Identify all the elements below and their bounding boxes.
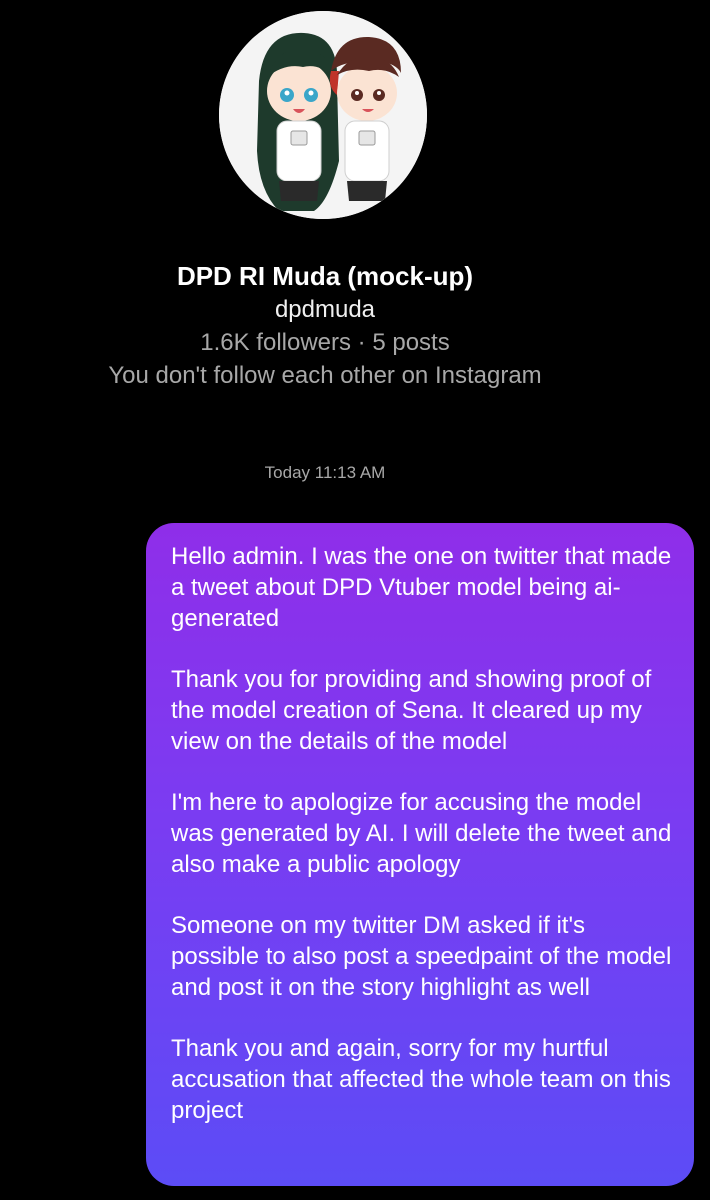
message-paragraph: Thank you and again, sorry for my hurtfu… [171,1035,671,1124]
profile-stats: 1.6K followers · 5 posts [200,329,450,356]
chibi-duo-avatar-icon [219,11,427,219]
profile-avatar[interactable] [219,11,427,219]
message-paragraph: Hello admin. I was the one on twitter th… [171,543,672,632]
follow-status: You don't follow each other on Instagram [108,362,542,389]
profile-username[interactable]: dpdmuda [0,294,650,326]
message-paragraph: Thank you for providing and showing proo… [171,666,652,755]
message-paragraph: I'm here to apologize for accusing the m… [171,789,672,878]
profile-name[interactable]: DPD RI Muda (mock-up) [0,259,650,293]
message-paragraph: Someone on my twitter DM asked if it's p… [171,912,672,1001]
message-timestamp: Today 11:13 AM [264,463,386,482]
message-bubble[interactable]: Hello admin. I was the one on twitter th… [146,523,694,1186]
